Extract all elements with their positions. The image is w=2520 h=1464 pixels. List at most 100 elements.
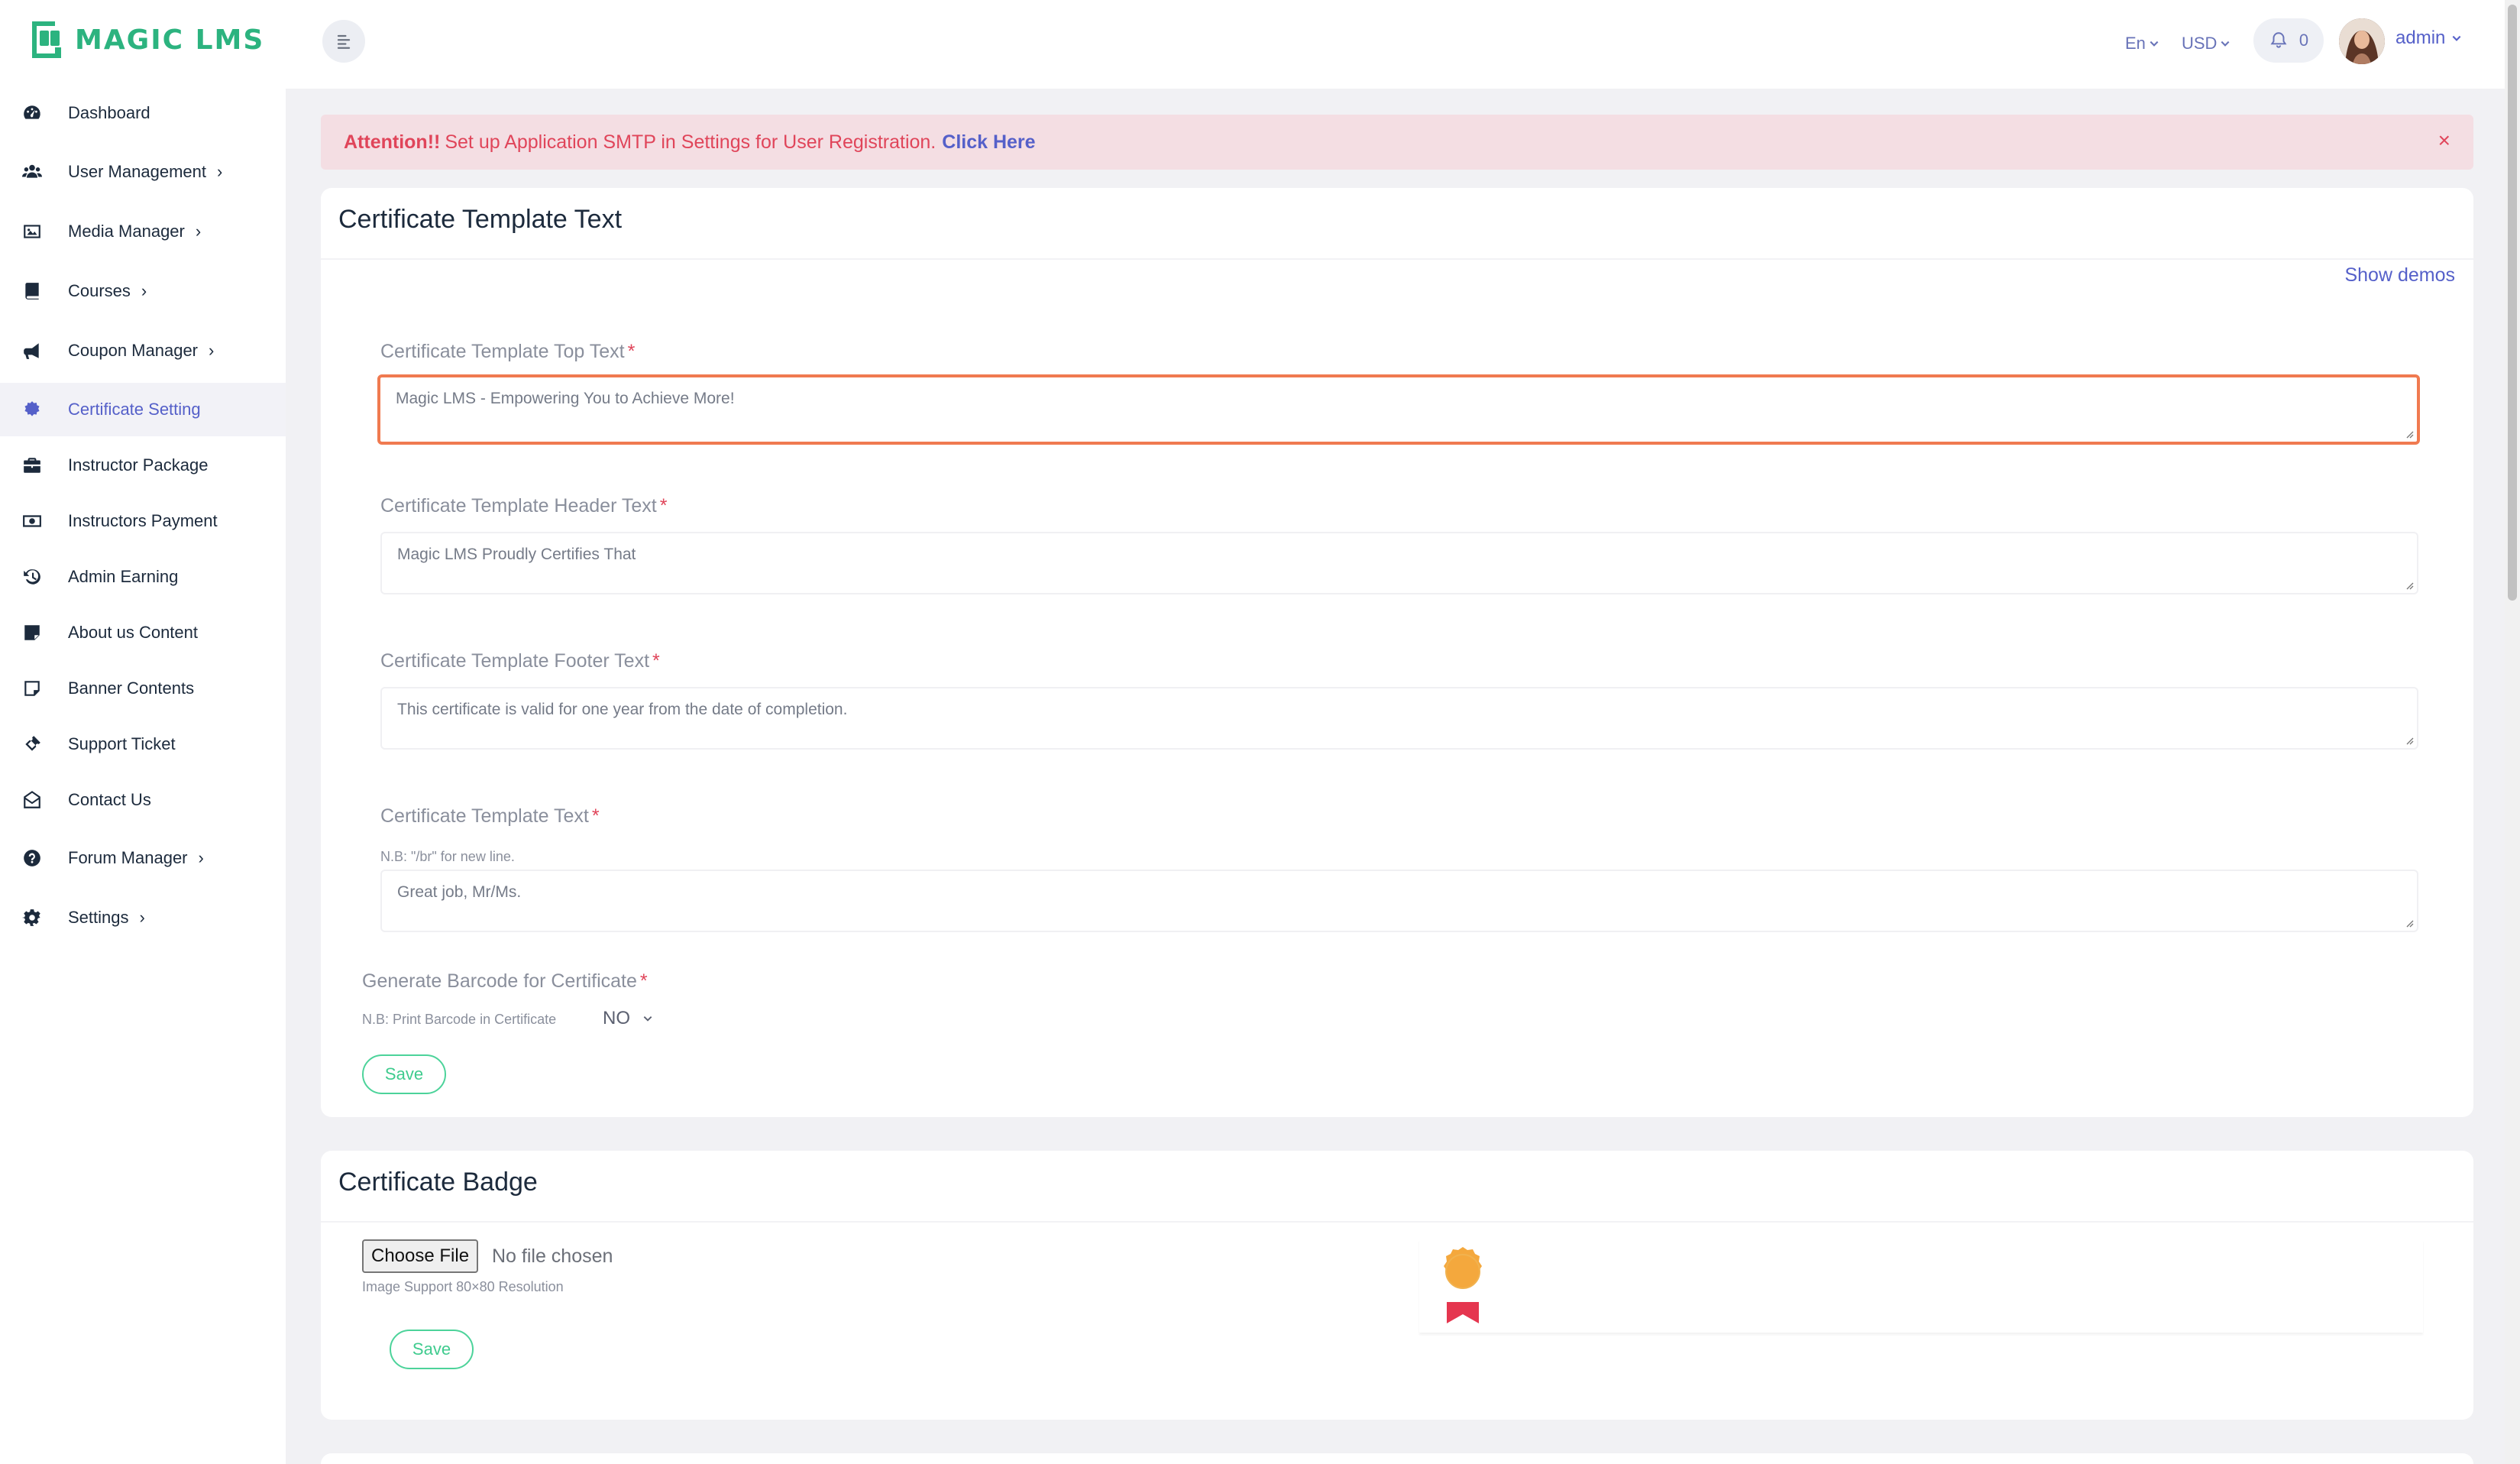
history-icon [21, 566, 43, 588]
sidebar-item-admin-earning[interactable]: Admin Earning [0, 550, 286, 604]
currency-select[interactable]: USD [2182, 34, 2230, 53]
gear-icon [21, 907, 43, 928]
envelope-open-icon [21, 789, 43, 811]
sidebar-item-label: Support Ticket [68, 734, 176, 753]
label-text: Certificate Template Top Text [380, 341, 625, 362]
header-text-field[interactable]: Magic LMS Proudly Certifies That [380, 532, 2418, 594]
resize-grip-icon[interactable] [2403, 917, 2414, 928]
sidebar-item-label: Instructor Package [68, 455, 209, 475]
barcode-selected-value: NO [603, 1008, 630, 1028]
chevron-right-icon: › [198, 848, 204, 867]
divider [321, 258, 2473, 260]
field-value: Magic LMS - Empowering You to Achieve Mo… [396, 390, 735, 407]
badge-image-hint: Image Support 80×80 Resolution [362, 1279, 564, 1294]
notification-count: 0 [2298, 31, 2309, 50]
chevron-right-icon: › [139, 908, 145, 927]
sidebar-item-contact-us[interactable]: Contact Us [0, 773, 286, 827]
sidebar-item-label: Courses [68, 281, 131, 300]
card-title: Certificate Badge [338, 1168, 538, 1197]
barcode-hint: N.B: Print Barcode in Certificate [362, 1012, 557, 1027]
sidebar-item-forum-manager[interactable]: Forum Manager › [0, 831, 286, 885]
sidebar: MAGIC LMS Dashboard User Management › Med… [0, 0, 286, 1464]
chevron-down-icon [2150, 40, 2159, 47]
save-badge-button[interactable]: Save [390, 1330, 474, 1369]
sidebar-item-label: Coupon Manager [68, 341, 199, 360]
logo-icon [32, 21, 61, 58]
scrollbar-thumb[interactable] [2508, 5, 2517, 601]
sidebar-item-user-management[interactable]: User Management › [0, 145, 286, 199]
required-mark: * [659, 495, 668, 517]
show-demos-link[interactable]: Show demos [2344, 264, 2455, 287]
file-chosen-text: No file chosen [492, 1245, 613, 1267]
sidebar-item-settings[interactable]: Settings › [0, 891, 286, 944]
logo-text: MAGIC LMS [75, 24, 265, 56]
resize-grip-icon[interactable] [2403, 579, 2414, 590]
footer-text-field[interactable]: This certificate is valid for one year f… [380, 687, 2418, 750]
resize-grip-icon[interactable] [2403, 734, 2414, 745]
page-scrollbar[interactable] [2505, 0, 2520, 1464]
chevron-down-icon [643, 1016, 652, 1022]
label-text: Certificate Template Footer Text [380, 650, 650, 672]
sidebar-item-instructor-package[interactable]: Instructor Package [0, 439, 286, 492]
sidebar-item-certificate-setting[interactable]: Certificate Setting [0, 383, 286, 436]
required-mark: * [639, 970, 648, 992]
award-badge-icon [1444, 1247, 1482, 1323]
template-text-field[interactable]: Great job, Mr/Ms. [380, 870, 2418, 932]
sidebar-item-dashboard[interactable]: Dashboard [0, 86, 286, 140]
chevron-right-icon: › [209, 341, 215, 360]
choose-file-button[interactable]: Choose File [362, 1239, 479, 1273]
language-value: En [2125, 34, 2146, 53]
avatar[interactable] [2339, 18, 2385, 64]
logo[interactable]: MAGIC LMS [27, 17, 264, 63]
alert-click-here-link[interactable]: Click Here [942, 131, 1035, 154]
sidebar-item-label: Admin Earning [68, 567, 179, 586]
sidebar-item-media-manager[interactable]: Media Manager › [0, 205, 286, 258]
sidebar-item-about-us-content[interactable]: About us Content [0, 606, 286, 659]
sidebar-item-label: Certificate Setting [68, 400, 201, 419]
field-value: Magic LMS Proudly Certifies That [397, 546, 636, 563]
language-select[interactable]: En [2125, 34, 2159, 53]
sidebar-item-banner-contents[interactable]: Banner Contents [0, 662, 286, 715]
sidebar-item-support-ticket[interactable]: Support Ticket [0, 717, 286, 771]
badge-preview [1419, 1239, 2423, 1333]
barcode-select[interactable]: NO [603, 1008, 653, 1029]
resize-grip-icon[interactable] [2403, 428, 2414, 439]
alert-strong: Attention!! [344, 131, 441, 153]
megaphone-icon [21, 340, 43, 361]
bell-icon [2270, 32, 2287, 48]
sidebar-item-courses[interactable]: Courses › [0, 264, 286, 318]
chevron-right-icon: › [141, 281, 147, 300]
image-icon [21, 221, 43, 242]
field-value: This certificate is valid for one year f… [397, 701, 848, 718]
user-menu[interactable]: admin [2395, 28, 2462, 49]
close-icon[interactable]: × [2438, 128, 2450, 153]
menu-lines-icon [337, 34, 351, 49]
ticket-icon [21, 734, 43, 755]
book-icon [21, 280, 43, 302]
save-template-text-button[interactable]: Save [362, 1054, 446, 1094]
chevron-down-icon [2221, 40, 2230, 47]
note-icon [21, 678, 43, 699]
certificate-template-text-card: Certificate Template Text Show demos Cer… [321, 188, 2473, 1117]
alert-message: Set up Application SMTP in Settings for … [445, 131, 937, 153]
top-text-field[interactable]: Magic LMS - Empowering You to Achieve Mo… [377, 374, 2420, 445]
user-photo [2339, 18, 2385, 64]
briefcase-icon [21, 455, 43, 476]
template-text-label: Certificate Template Text * [380, 805, 600, 828]
dashboard-icon [21, 102, 43, 124]
menu-toggle-button[interactable] [322, 20, 365, 63]
money-icon [21, 510, 43, 532]
chevron-right-icon: › [195, 222, 202, 241]
card-title: Certificate Template Text [338, 205, 623, 234]
topbar: En USD 0 admin [286, 0, 2505, 89]
required-mark: * [627, 341, 636, 362]
label-text: Generate Barcode for Certificate [362, 970, 637, 992]
notifications-button[interactable]: 0 [2253, 18, 2324, 63]
top-text-label: Certificate Template Top Text * [380, 341, 635, 363]
sidebar-item-label: About us Content [68, 623, 199, 642]
certificate-icon [21, 399, 43, 420]
sidebar-item-label: User Management [68, 162, 206, 181]
sidebar-item-instructors-payment[interactable]: Instructors Payment [0, 494, 286, 548]
sidebar-item-label: Dashboard [68, 103, 150, 122]
sidebar-item-coupon-manager[interactable]: Coupon Manager › [0, 324, 286, 377]
